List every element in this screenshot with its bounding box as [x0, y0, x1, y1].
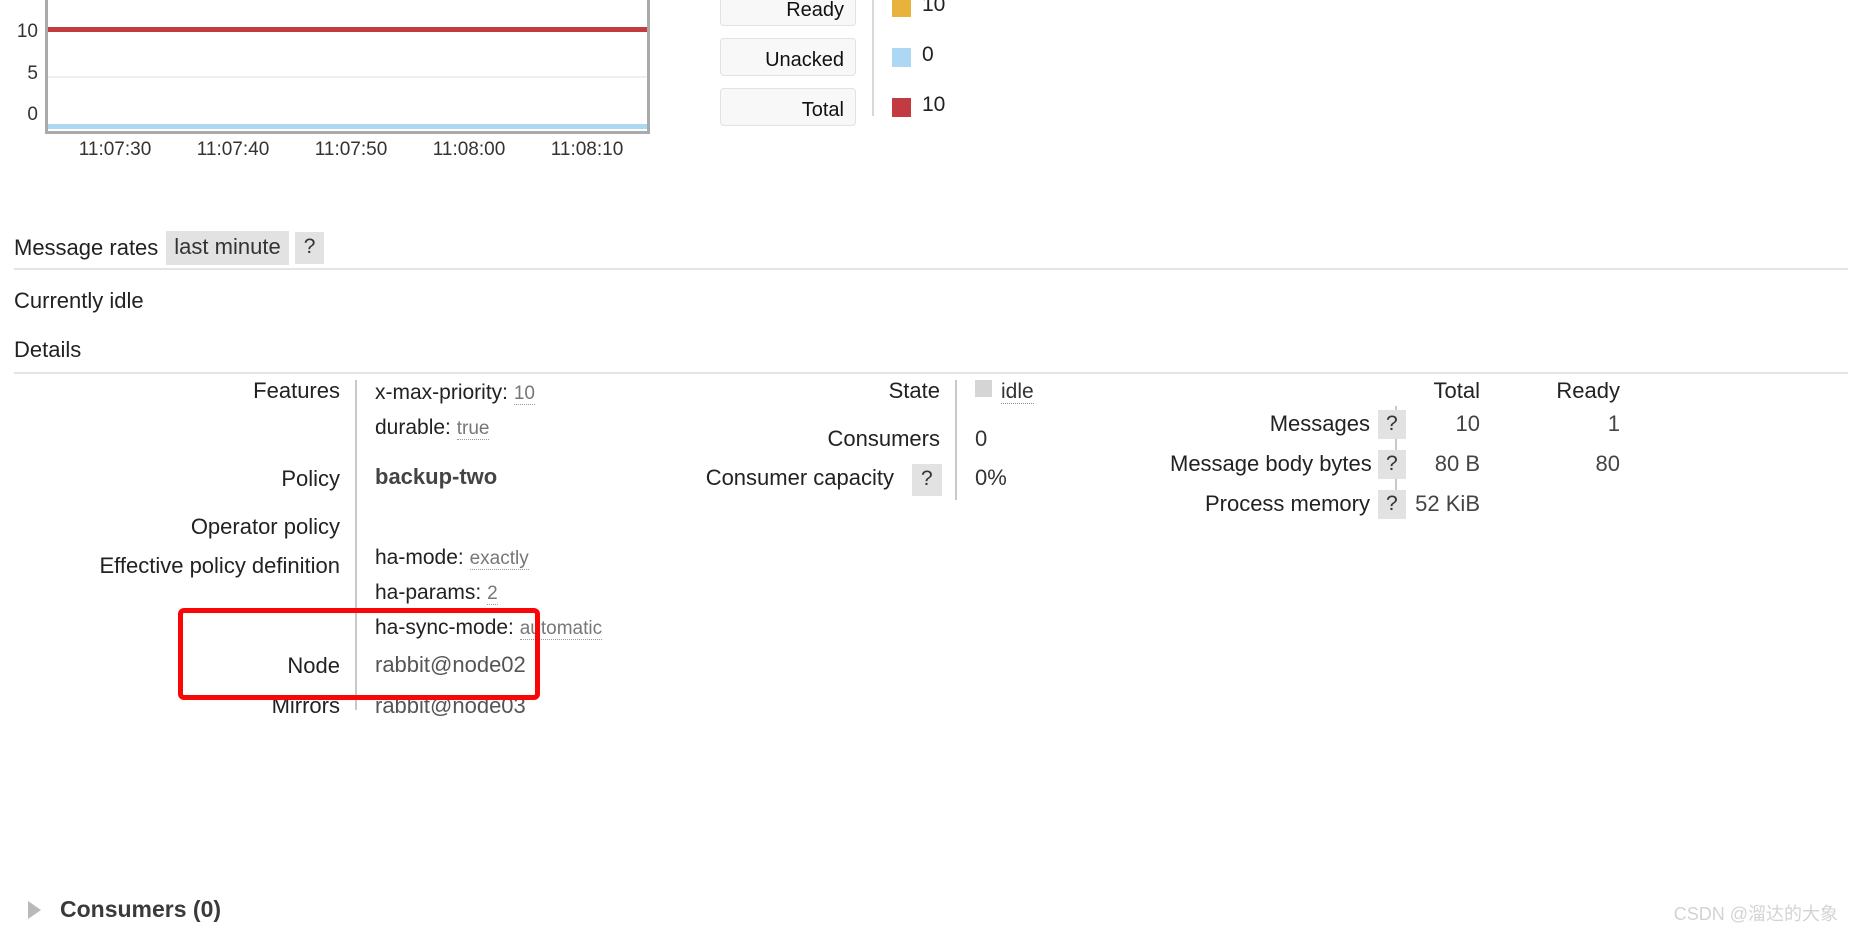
message-rates-label: Message rates [14, 235, 159, 260]
effective-ha-params-key: ha-params: [375, 581, 482, 604]
feature-durable-key: durable: [375, 416, 451, 439]
policy-value[interactable]: backup-two [375, 464, 497, 490]
consumers-count-value: 0 [975, 426, 988, 451]
chevron-right-icon[interactable] [28, 900, 41, 919]
legend-toggle-unacked[interactable]: Unacked [720, 38, 856, 76]
messages-column-total: Total [1433, 378, 1480, 403]
message-rates-heading: Message rates last minute ? [14, 231, 325, 265]
state-value-text: idle [1001, 380, 1034, 404]
legend-value-total: 10 [922, 93, 946, 116]
chart-xtick-0: 11:07:30 [78, 139, 152, 160]
watermark: CSDN @溜达的大象 [1673, 904, 1838, 924]
message-rates-rule [14, 268, 1848, 270]
messages-ready-value: 1 [1607, 411, 1620, 436]
state-divider [955, 380, 957, 500]
mirrors-value: rabbit@node03 [375, 693, 526, 718]
consumer-capacity-value: 0% [975, 465, 1007, 490]
legend-value-ready: 10 [922, 0, 946, 16]
feature-x-max-priority-key: x-max-priority: [375, 381, 509, 404]
effective-policy-definition-label: Effective policy definition [99, 553, 340, 578]
legend-row-total: Total 10 [720, 88, 1050, 126]
chart-series-unacked [48, 124, 647, 129]
chart-series-total [48, 27, 647, 32]
effective-ha-params-value: 2 [487, 583, 498, 605]
node-label: Node [287, 653, 340, 678]
messages-row-label: Messages [1269, 411, 1370, 436]
effective-ha-mode-key: ha-mode: [375, 546, 464, 569]
chart-xtick-4: 11:08:10 [550, 139, 624, 160]
consumers-count-label: Consumers [827, 426, 940, 451]
effective-ha-mode-value: exactly [469, 548, 529, 570]
operator-policy-label: Operator policy [190, 514, 340, 539]
feature-x-max-priority-value: 10 [513, 383, 535, 405]
consumer-capacity-help-icon[interactable]: ? [912, 464, 942, 496]
message-rates-status: Currently idle [14, 288, 144, 313]
state-label: State [888, 378, 940, 403]
chart-xtick-3: 11:08:00 [432, 139, 506, 160]
message-body-bytes-total-value: 80 B [1434, 451, 1480, 476]
message-count-chart: 10 5 0 11:07:30 11:07:40 11:07:50 11:08:… [0, 0, 700, 165]
message-body-bytes-ready-value: 80 [1595, 451, 1620, 476]
policy-label: Policy [281, 466, 340, 491]
chart-ytick-10: 10 [16, 21, 38, 42]
effective-ha-sync-mode-key: ha-sync-mode: [375, 616, 514, 639]
legend-swatch-total [892, 98, 911, 117]
consumers-expander[interactable]: Consumers (0) [28, 896, 221, 923]
effective-ha-sync-mode-value: automatic [519, 618, 603, 640]
effective-ha-sync-mode: ha-sync-mode: automatic [375, 616, 603, 640]
features-divider [355, 380, 357, 710]
features-label: Features [253, 378, 340, 403]
rates-period-selector[interactable]: last minute [166, 231, 289, 265]
message-body-bytes-row-label: Message body bytes [1170, 451, 1372, 476]
details-section: Features x-max-priority: 10 durable: tru… [0, 378, 1860, 898]
rates-help-icon[interactable]: ? [294, 232, 325, 264]
chart-gridline-5 [48, 76, 647, 78]
chart-legend: Ready 10 Unacked 0 Total 10 [720, 0, 1050, 140]
state-value: idle [975, 378, 1034, 404]
feature-durable: durable: true [375, 416, 490, 440]
node-value: rabbit@node02 [375, 652, 526, 677]
legend-row-unacked: Unacked 0 [720, 38, 1050, 76]
effective-ha-params: ha-params: 2 [375, 581, 498, 605]
legend-swatch-ready [892, 0, 911, 17]
feature-x-max-priority: x-max-priority: 10 [375, 381, 535, 405]
details-rule [14, 372, 1848, 374]
effective-ha-mode: ha-mode: exactly [375, 546, 529, 570]
legend-toggle-ready[interactable]: Ready [720, 0, 856, 26]
legend-value-unacked: 0 [922, 43, 934, 66]
process-memory-row-label: Process memory [1204, 491, 1370, 516]
state-indicator-icon [975, 380, 992, 397]
feature-durable-value: true [456, 418, 490, 440]
messages-total-value: 10 [1455, 411, 1480, 436]
chart-xtick-1: 11:07:40 [196, 139, 270, 160]
chart-xtick-2: 11:07:50 [314, 139, 388, 160]
legend-row-ready: Ready 10 [720, 0, 1050, 26]
chart-ytick-0: 0 [27, 104, 38, 125]
legend-toggle-total[interactable]: Total [720, 88, 856, 126]
consumers-expander-label: Consumers (0) [60, 896, 222, 922]
mirrors-label: Mirrors [271, 693, 340, 718]
consumer-capacity-label: Consumer capacity [705, 465, 894, 490]
chart-ytick-5: 5 [27, 63, 38, 84]
process-memory-total-value: 52 KiB [1415, 491, 1480, 516]
details-heading: Details [14, 337, 82, 362]
legend-swatch-unacked [892, 48, 911, 67]
chart-plot-area [45, 0, 650, 134]
messages-column-ready: Ready [1556, 378, 1620, 403]
